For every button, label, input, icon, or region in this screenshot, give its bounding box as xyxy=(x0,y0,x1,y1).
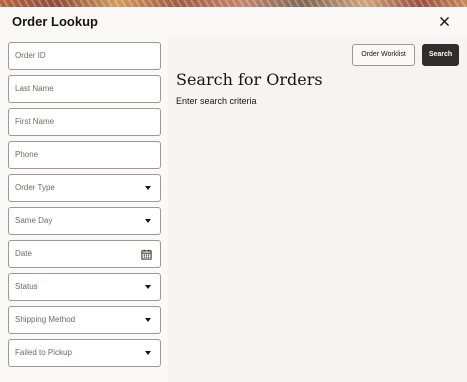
order-id-input[interactable]: Order ID xyxy=(8,42,161,70)
order-id-placeholder: Order ID xyxy=(15,51,46,60)
status-select[interactable]: Status xyxy=(8,273,161,301)
failed-to-pickup-placeholder: Failed to Pickup xyxy=(15,348,72,357)
results-heading: Search for Orders xyxy=(176,70,323,89)
chevron-down-icon xyxy=(145,318,151,322)
first-name-placeholder: First Name xyxy=(15,117,55,126)
chevron-down-icon xyxy=(145,285,151,289)
shipping-method-placeholder: Shipping Method xyxy=(15,315,76,324)
same-day-placeholder: Same Day xyxy=(15,216,53,225)
last-name-placeholder: Last Name xyxy=(15,84,54,93)
order-type-placeholder: Order Type xyxy=(15,183,55,192)
first-name-input[interactable]: First Name xyxy=(8,108,161,136)
failed-to-pickup-select[interactable]: Failed to Pickup xyxy=(8,339,161,367)
date-placeholder: Date xyxy=(15,249,32,258)
search-button[interactable]: Search xyxy=(422,44,459,66)
dialog-title: Order Lookup xyxy=(12,14,98,29)
order-lookup-dialog: Order Lookup Order ID Last Name First Na… xyxy=(0,7,467,382)
chevron-down-icon xyxy=(145,186,151,190)
chevron-down-icon xyxy=(145,351,151,355)
phone-placeholder: Phone xyxy=(15,150,39,159)
close-icon xyxy=(439,16,449,26)
phone-input[interactable]: Phone xyxy=(8,141,161,169)
calendar-icon[interactable] xyxy=(141,249,152,260)
search-criteria-panel: Order ID Last Name First Name Phone Orde… xyxy=(0,37,168,382)
date-input[interactable]: Date xyxy=(8,240,161,268)
same-day-select[interactable]: Same Day xyxy=(8,207,161,235)
chevron-down-icon xyxy=(145,219,151,223)
order-worklist-button[interactable]: Order Worklist xyxy=(352,44,415,66)
results-subtext: Enter search criteria xyxy=(176,96,257,106)
order-type-select[interactable]: Order Type xyxy=(8,174,161,202)
decorative-banner xyxy=(0,0,467,7)
shipping-method-select[interactable]: Shipping Method xyxy=(8,306,161,334)
last-name-input[interactable]: Last Name xyxy=(8,75,161,103)
dialog-header: Order Lookup xyxy=(0,7,467,37)
results-panel: Order Worklist Search Search for Orders … xyxy=(168,37,467,382)
close-button[interactable] xyxy=(435,12,453,30)
status-placeholder: Status xyxy=(15,282,38,291)
